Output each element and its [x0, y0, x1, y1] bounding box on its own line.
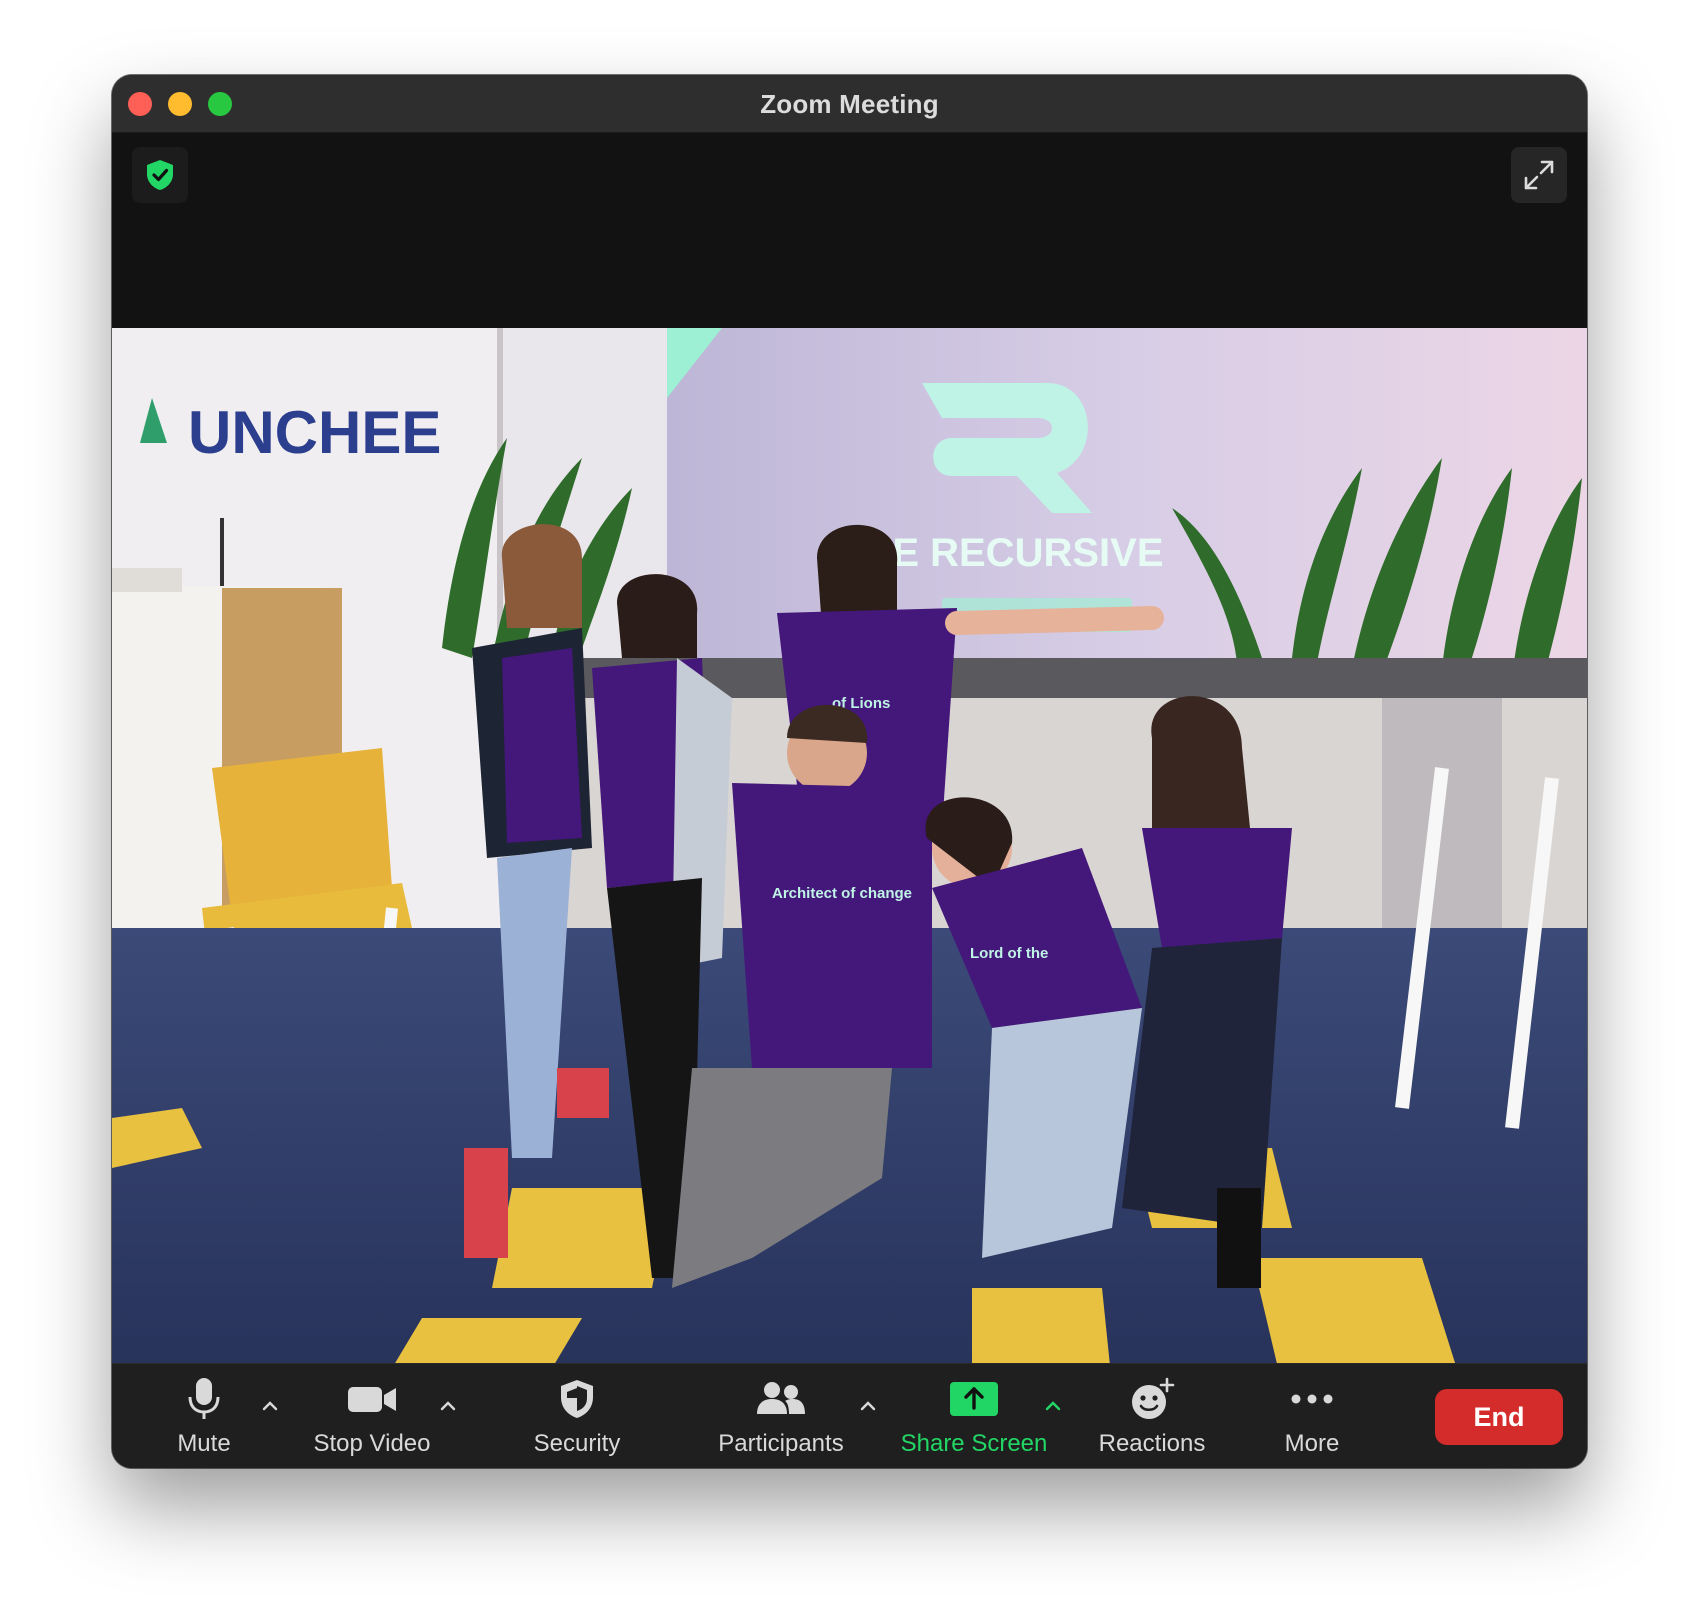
participants-icon	[757, 1382, 805, 1414]
more-dots-icon	[1291, 1394, 1333, 1404]
fullscreen-button[interactable]	[1511, 147, 1567, 203]
mute-label: Mute	[177, 1430, 231, 1457]
reactions-label: Reactions	[1098, 1430, 1206, 1457]
mute-button[interactable]: Mute	[164, 1374, 244, 1464]
shield-check-icon	[147, 160, 173, 190]
microphone-icon	[188, 1378, 220, 1419]
video-options-caret[interactable]	[437, 1398, 459, 1414]
security-shield-icon	[561, 1380, 593, 1418]
encryption-shield-button[interactable]	[132, 147, 188, 203]
window-title: Zoom Meeting	[760, 89, 939, 119]
reactions-icon	[1132, 1377, 1175, 1419]
audio-options-caret[interactable]	[259, 1398, 281, 1414]
caret-up-icon	[262, 1401, 278, 1411]
shirt-text-lord: Lord of the	[970, 945, 1048, 962]
shirt-text-architect: Architect of change	[772, 885, 912, 902]
reactions-button[interactable]: Reactions	[1087, 1374, 1217, 1464]
more-label: More	[1284, 1430, 1340, 1457]
stop-video-label: Stop Video	[313, 1430, 431, 1457]
video-camera-icon	[348, 1387, 396, 1412]
caret-up-icon	[1045, 1401, 1061, 1411]
caret-up-icon	[860, 1401, 876, 1411]
wall-sign: UNCHEE	[188, 399, 441, 466]
title-bar[interactable]: Zoom Meeting	[112, 75, 1587, 133]
video-frame: THE RECURSIVE UNCHEE of Lions Architect …	[112, 328, 1587, 1385]
security-button[interactable]: Security	[517, 1374, 637, 1464]
security-label: Security	[533, 1430, 621, 1457]
participants-options-caret[interactable]	[857, 1398, 879, 1414]
caret-up-icon	[440, 1401, 456, 1411]
more-button[interactable]: More	[1257, 1374, 1367, 1464]
participants-label: Participants	[718, 1430, 844, 1457]
zoom-window: Zoom Meeting THE RECURSIVE UNCHEE of Lio…	[112, 75, 1587, 1468]
share-screen-label: Share Screen	[900, 1430, 1048, 1457]
share-screen-icon	[950, 1382, 998, 1416]
share-screen-button[interactable]: Share Screen	[894, 1374, 1054, 1464]
share-options-caret[interactable]	[1042, 1398, 1064, 1414]
end-meeting-button[interactable]: End	[1435, 1389, 1563, 1445]
stop-video-button[interactable]: Stop Video	[312, 1374, 432, 1464]
meeting-toolbar: Mute Stop Video Security Participants Sh…	[112, 1363, 1587, 1468]
top-strip	[112, 133, 1587, 328]
fullscreen-icon	[1524, 160, 1554, 190]
participants-button[interactable]: Participants	[706, 1374, 856, 1464]
participant-video[interactable]: THE RECURSIVE UNCHEE of Lions Architect …	[112, 328, 1587, 1385]
